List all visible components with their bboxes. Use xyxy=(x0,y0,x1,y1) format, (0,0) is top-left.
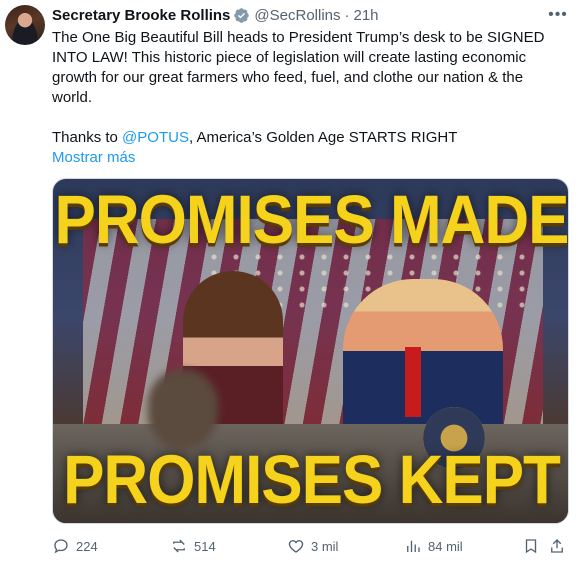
bookmark-icon xyxy=(525,539,537,554)
more-horizontal-icon[interactable]: ••• xyxy=(548,5,568,25)
bookmark-button[interactable] xyxy=(522,537,540,555)
headline-bottom: PROMISES KEPT xyxy=(63,442,561,519)
like-count: 3 mil xyxy=(311,538,339,554)
reply-count: 224 xyxy=(76,538,98,554)
share-button[interactable] xyxy=(548,537,566,555)
tweet[interactable]: Secretary Brooke Rollins @SecRollins · 2… xyxy=(0,0,580,570)
heart-icon xyxy=(288,540,304,553)
repost-icon xyxy=(173,539,185,553)
share-icon xyxy=(551,539,563,553)
author-handle[interactable]: @SecRollins xyxy=(254,7,340,24)
tweet-image[interactable]: PROMISES MADE PROMISES KEPT xyxy=(52,178,569,524)
separator-dot: · xyxy=(344,6,350,24)
like-button[interactable]: 3 mil xyxy=(287,537,338,555)
tweet-text: The One Big Beautiful Bill heads to Pres… xyxy=(52,28,567,168)
blurred-head xyxy=(148,369,218,449)
tweet-header: Secretary Brooke Rollins @SecRollins · 2… xyxy=(52,4,580,26)
text-prefix: Thanks to xyxy=(52,129,123,146)
views-button[interactable]: 84 mil xyxy=(404,537,463,555)
verified-badge-icon xyxy=(234,7,250,23)
avatar[interactable] xyxy=(5,5,45,45)
headline-top: PROMISES MADE xyxy=(54,182,569,259)
show-more-link[interactable]: Mostrar más xyxy=(52,148,567,168)
reply-icon xyxy=(54,539,68,554)
tweet-paragraph-1: The One Big Beautiful Bill heads to Pres… xyxy=(52,29,545,106)
repost-count: 514 xyxy=(194,538,216,554)
views-count: 84 mil xyxy=(428,538,463,554)
reply-button[interactable]: 224 xyxy=(52,537,98,555)
analytics-icon xyxy=(407,540,420,552)
tweet-paragraph-2: Thanks to @POTUS, America’s Golden Age S… xyxy=(52,128,567,148)
red-tie xyxy=(405,347,421,417)
repost-button[interactable]: 514 xyxy=(170,537,216,555)
text-suffix: , America’s Golden Age STARTS RIGHT xyxy=(188,129,458,146)
mention-link[interactable]: @POTUS xyxy=(122,129,189,146)
author-name[interactable]: Secretary Brooke Rollins xyxy=(52,7,230,24)
timestamp[interactable]: 21h xyxy=(354,7,379,24)
action-bar: 224 514 3 mil 84 mil xyxy=(52,534,567,560)
